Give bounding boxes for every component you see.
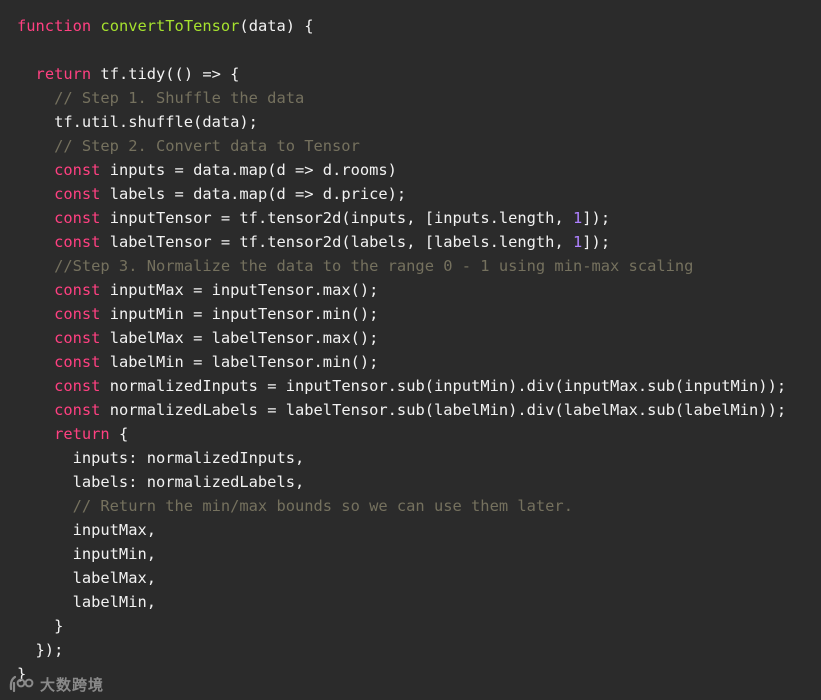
keyword-token: return [54,425,110,443]
code-token: tf.util.shuffle(data); [17,113,258,131]
keyword-token: const [54,161,101,179]
code-token: inputs: normalizedInputs, [17,449,305,467]
code-line: // Step 2. Convert data to Tensor [17,134,786,158]
code-line: } [17,614,786,638]
code-token: tf.tidy(() => { [91,65,240,83]
code-token: inputMax, [17,521,156,539]
comment-token: // Step 1. Shuffle the data [17,89,305,107]
code-line: const inputMax = inputTensor.max(); [17,278,786,302]
code-line: const inputMin = inputTensor.min(); [17,302,786,326]
code-line: inputs: normalizedInputs, [17,446,786,470]
code-line: const normalizedLabels = labelTensor.sub… [17,398,786,422]
code-line: function convertToTensor(data) { [17,14,786,38]
keyword-token: const [54,329,101,347]
code-editor: function convertToTensor(data) { return … [0,0,821,700]
code-token: normalizedInputs = inputTensor.sub(input… [100,377,787,395]
code-line: return tf.tidy(() => { [17,62,786,86]
code-token: labels = data.map(d => d.price); [100,185,407,203]
code-line: inputMin, [17,542,786,566]
comment-token: //Step 3. Normalize the data to the rang… [17,257,694,275]
code-token: (data) { [239,17,314,35]
code-line: inputMax, [17,518,786,542]
code-token: ]); [582,209,611,227]
code-token: inputMin = inputTensor.min(); [100,305,379,323]
code-line: const labels = data.map(d => d.price); [17,182,786,206]
code-token: labelMin, [17,593,156,611]
code-line: labels: normalizedLabels, [17,470,786,494]
keyword-token: const [54,401,101,419]
keyword-token: const [54,281,101,299]
keyword-token: const [54,353,101,371]
code-token: labelTensor = tf.tensor2d(labels, [label… [100,233,573,251]
brand-logo-icon [9,675,34,693]
keyword-token: const [54,305,101,323]
code-token: { [109,425,129,443]
code-line: //Step 3. Normalize the data to the rang… [17,254,786,278]
code-line: const normalizedInputs = inputTensor.sub… [17,374,786,398]
code-token: ]); [582,233,611,251]
code-token: inputMin, [17,545,156,563]
comment-token: // Step 2. Convert data to Tensor [17,137,360,155]
code-line: // Return the min/max bounds so we can u… [17,494,786,518]
code-line: labelMin, [17,590,786,614]
code-line: return { [17,422,786,446]
code-token: } [17,617,64,635]
code-line: const inputTensor = tf.tensor2d(inputs, … [17,206,786,230]
keyword-token: const [54,233,101,251]
keyword-token: return [35,65,92,83]
code-line: tf.util.shuffle(data); [17,110,786,134]
code-token: normalizedLabels = labelTensor.sub(label… [100,401,787,419]
watermark: 大数跨境 [8,673,104,695]
code-token: labels: normalizedLabels, [17,473,305,491]
code-line: // Step 1. Shuffle the data [17,86,786,110]
code-line: const labelMax = labelTensor.max(); [17,326,786,350]
code-line: } [17,662,786,686]
keyword-token: function [17,17,92,35]
code-line: }); [17,638,786,662]
code-token: inputMax = inputTensor.max(); [100,281,379,299]
code-token: labelMin = labelTensor.min(); [100,353,379,371]
keyword-token: const [54,377,101,395]
code-line: const labelTensor = tf.tensor2d(labels, … [17,230,786,254]
code-token: }); [17,641,64,659]
code-token: inputs = data.map(d => d.rooms) [100,161,397,179]
code-token: labelMax = labelTensor.max(); [100,329,379,347]
comment-token: // Return the min/max bounds so we can u… [17,497,573,515]
number-token: 1 [573,233,583,251]
code-block: function convertToTensor(data) { return … [17,14,786,686]
code-line: const inputs = data.map(d => d.rooms) [17,158,786,182]
number-token: 1 [573,209,583,227]
code-token: labelMax, [17,569,156,587]
watermark-text: 大数跨境 [40,675,105,694]
code-line: const labelMin = labelTensor.min(); [17,350,786,374]
code-token: inputTensor = tf.tensor2d(inputs, [input… [100,209,573,227]
keyword-token: const [54,185,101,203]
keyword-token: const [54,209,101,227]
function-name-token: convertToTensor [100,17,240,35]
code-line: labelMax, [17,566,786,590]
